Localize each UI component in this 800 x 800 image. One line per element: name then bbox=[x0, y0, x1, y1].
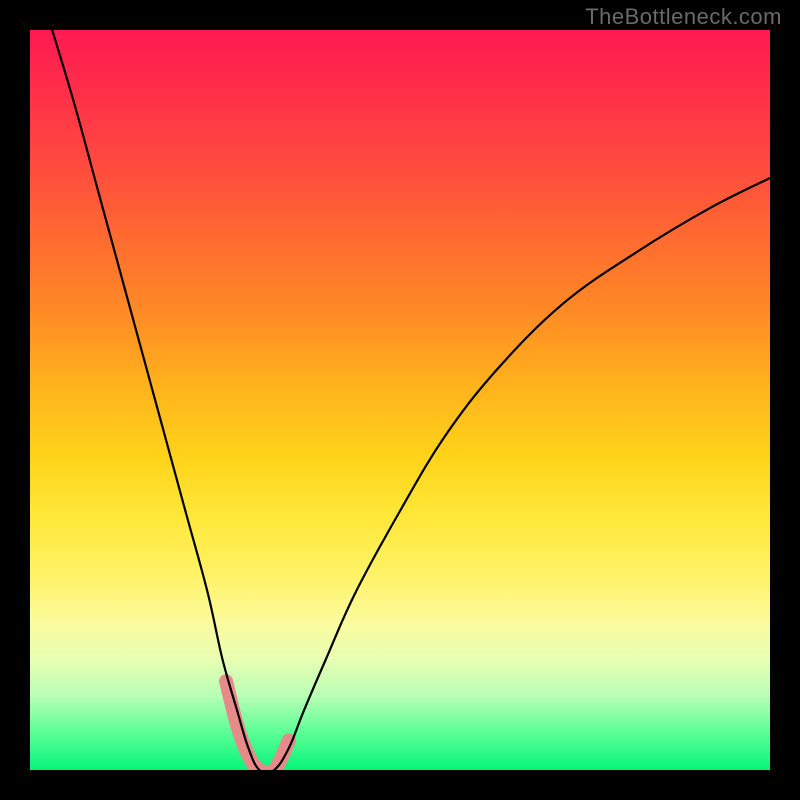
curves-svg bbox=[30, 30, 770, 770]
chart-frame: TheBottleneck.com bbox=[0, 0, 800, 800]
highlight-segment-path bbox=[226, 681, 289, 770]
bottleneck-curve-path bbox=[52, 30, 770, 770]
plot-area bbox=[30, 30, 770, 770]
watermark-text: TheBottleneck.com bbox=[585, 4, 782, 30]
